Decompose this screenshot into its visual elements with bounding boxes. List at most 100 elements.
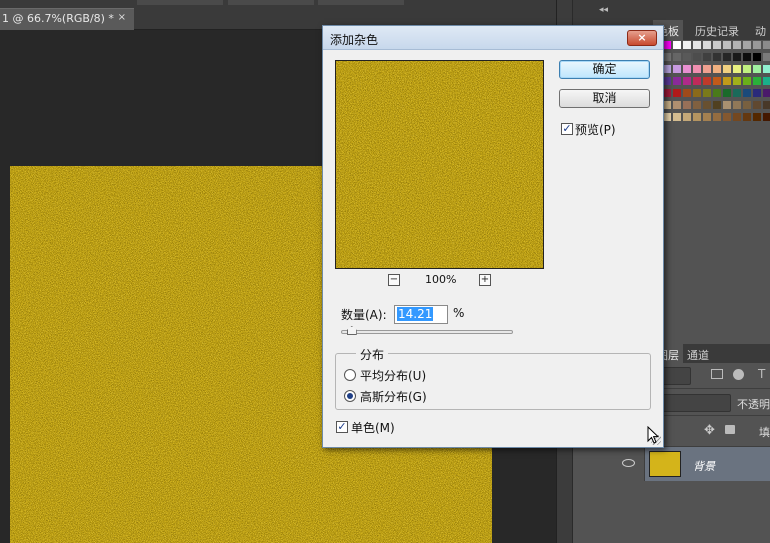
color-swatch[interactable] [713,101,721,109]
color-swatch[interactable] [673,41,681,49]
color-swatch[interactable] [753,89,761,97]
color-swatch[interactable] [703,89,711,97]
color-swatch[interactable] [703,77,711,85]
layer-filter-select[interactable] [661,367,691,385]
zoom-out-button[interactable]: − [388,274,400,286]
color-swatch[interactable] [703,101,711,109]
zoom-in-button[interactable]: + [479,274,491,286]
color-swatch[interactable] [663,89,671,97]
close-button[interactable]: × [627,30,657,46]
color-swatch[interactable] [753,101,761,109]
color-swatch[interactable] [763,101,770,109]
color-swatch[interactable] [743,77,751,85]
color-swatch[interactable] [743,89,751,97]
color-swatch[interactable] [713,65,721,73]
color-swatch[interactable] [723,41,731,49]
color-swatch[interactable] [723,77,731,85]
color-swatch[interactable] [763,65,770,73]
color-swatch[interactable] [723,113,731,121]
preview-checkbox[interactable]: ✓ [561,123,573,135]
color-swatch[interactable] [693,89,701,97]
color-swatch[interactable] [723,65,731,73]
color-swatch[interactable] [693,53,701,61]
color-swatch[interactable] [663,113,671,121]
color-swatch[interactable] [723,101,731,109]
amount-slider-thumb[interactable] [346,326,357,335]
color-swatch[interactable] [733,101,741,109]
color-swatch[interactable] [733,65,741,73]
close-icon[interactable]: × [118,12,126,23]
color-swatch[interactable] [663,65,671,73]
color-swatch[interactable] [673,89,681,97]
dialog-title-bar[interactable]: 添加杂色 × [323,26,663,50]
color-swatch[interactable] [743,113,751,121]
tab-history[interactable]: 历史记录 [691,20,743,40]
color-swatch[interactable] [693,101,701,109]
color-swatch[interactable] [673,77,681,85]
lock-all-icon[interactable] [725,425,735,434]
color-swatch[interactable] [663,53,671,61]
color-swatch[interactable] [663,101,671,109]
color-swatch[interactable] [673,53,681,61]
color-swatch[interactable] [763,41,770,49]
color-swatch[interactable] [733,89,741,97]
amount-input[interactable]: 14.21 [394,305,448,324]
color-swatch[interactable] [743,65,751,73]
color-swatch[interactable] [713,53,721,61]
color-swatch[interactable] [693,65,701,73]
color-swatch[interactable] [723,53,731,61]
color-swatch[interactable] [663,41,671,49]
color-swatch[interactable] [733,77,741,85]
color-swatch[interactable] [753,41,761,49]
color-swatch[interactable] [763,77,770,85]
color-swatch[interactable] [753,77,761,85]
color-swatch[interactable] [713,77,721,85]
uniform-radio[interactable] [344,369,356,381]
color-swatch[interactable] [703,53,711,61]
color-swatch[interactable] [683,77,691,85]
color-swatch[interactable] [733,113,741,121]
tab-channels[interactable]: 通道 [683,344,713,363]
color-swatch[interactable] [683,53,691,61]
color-swatch[interactable] [733,53,741,61]
tab-actions[interactable]: 动 [751,20,770,40]
color-swatch[interactable] [763,113,770,121]
color-swatch[interactable] [683,113,691,121]
noise-preview[interactable] [335,60,544,269]
amount-slider-track[interactable] [341,330,513,334]
color-swatch[interactable] [683,89,691,97]
gaussian-radio[interactable] [344,390,356,402]
color-swatch[interactable] [713,89,721,97]
cancel-button[interactable]: 取消 [559,89,650,108]
image-filter-icon[interactable] [711,369,723,379]
color-swatch[interactable] [693,113,701,121]
color-swatch[interactable] [703,113,711,121]
color-swatch[interactable] [743,41,751,49]
color-swatch[interactable] [743,53,751,61]
collapse-panels-icon[interactable]: ◂◂ [599,5,608,15]
color-swatch[interactable] [683,65,691,73]
color-swatch[interactable] [693,77,701,85]
color-swatch[interactable] [713,113,721,121]
color-swatch[interactable] [683,101,691,109]
blend-mode-select[interactable] [661,394,731,412]
color-swatch[interactable] [753,65,761,73]
color-swatch[interactable] [753,113,761,121]
color-swatch[interactable] [763,53,770,61]
color-swatch[interactable] [713,41,721,49]
color-swatch[interactable] [753,53,761,61]
color-swatch[interactable] [673,101,681,109]
color-swatch[interactable] [673,113,681,121]
color-swatch[interactable] [683,41,691,49]
color-swatch[interactable] [703,41,711,49]
document-tab[interactable]: 1 @ 66.7%(RGB/8) * × [0,8,134,30]
adjustment-filter-icon[interactable] [733,369,744,380]
color-swatch[interactable] [743,101,751,109]
color-swatch[interactable] [703,65,711,73]
type-filter-icon[interactable]: T [758,367,765,381]
color-swatch[interactable] [763,89,770,97]
layer-visibility-toggle[interactable] [613,447,645,481]
monochromatic-checkbox[interactable]: ✓ [336,421,348,433]
color-swatch[interactable] [673,65,681,73]
color-swatch[interactable] [723,89,731,97]
